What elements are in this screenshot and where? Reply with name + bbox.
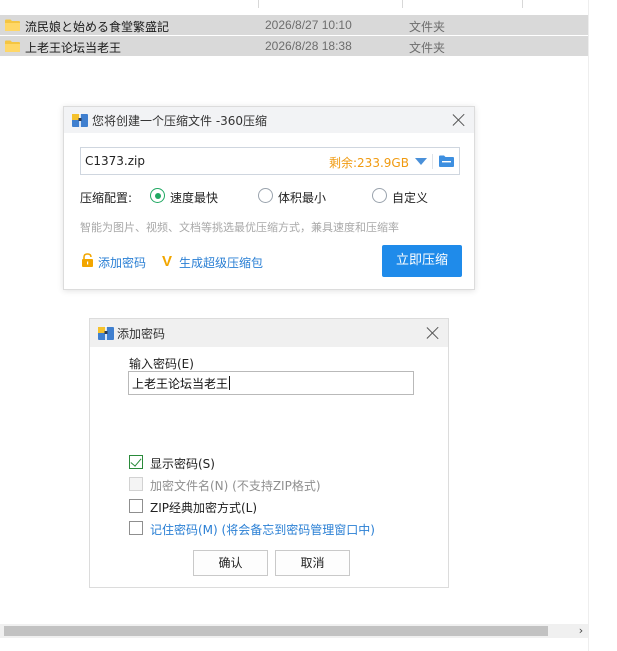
close-icon[interactable] — [426, 326, 440, 340]
archive-app-icon — [98, 326, 114, 340]
radio-smallest[interactable] — [258, 188, 273, 203]
compress-hint-text: 智能为图片、视频、文档等挑选最优压缩方式，兼具速度和压缩率 — [80, 221, 399, 234]
horizontal-scrollbar[interactable] — [0, 624, 588, 638]
dialog-titlebar[interactable]: 添加密码 — [90, 319, 448, 347]
file-name: 上老王论坛当老王 — [25, 41, 122, 55]
archive-app-icon — [72, 113, 88, 127]
password-input-value[interactable]: 上老王论坛当老王 — [132, 375, 231, 392]
add-password-link[interactable]: 添加密码 — [98, 254, 146, 271]
scroll-right-arrow-icon[interactable]: › — [575, 624, 587, 638]
compress-now-button[interactable]: 立即压缩 — [382, 245, 462, 277]
browse-folder-icon[interactable] — [439, 155, 454, 167]
dialog-title: 添加密码 — [117, 327, 166, 341]
vip-v-icon: V — [162, 253, 173, 270]
file-type: 文件夹 — [409, 41, 446, 55]
column-divider[interactable] — [522, 0, 523, 8]
column-divider[interactable] — [402, 0, 403, 8]
file-row[interactable]: 上老王论坛当老王 2026/8/28 18:38 文件夹 — [0, 36, 588, 56]
compress-config-label: 压缩配置: — [80, 191, 133, 205]
add-password-dialog: 添加密码 输入密码(E) 上老王论坛当老王 显示密码(S) 加密文件名(N) (… — [89, 318, 449, 588]
free-space-label: 剩余:233.9GB — [329, 156, 409, 170]
cancel-button[interactable]: 取消 — [275, 550, 350, 576]
divider — [432, 154, 433, 169]
dialog-titlebar[interactable]: 您将创建一个压缩文件 -360压缩 — [64, 107, 474, 133]
text-caret — [229, 376, 231, 390]
remember-password-label[interactable]: 记住密码(M) (将会备忘到密码管理窗口中) — [150, 521, 375, 538]
side-panel — [588, 0, 617, 651]
radio-custom-label[interactable]: 自定义 — [392, 189, 428, 206]
zip-classic-encryption-label[interactable]: ZIP经典加密方式(L) — [150, 499, 257, 516]
file-date: 2026/8/27 10:10 — [265, 18, 352, 32]
close-icon[interactable] — [452, 113, 466, 127]
show-password-label[interactable]: 显示密码(S) — [150, 455, 215, 472]
file-name: 流民娘と始める食堂繁盛記 — [25, 20, 170, 34]
compress-dialog: 您将创建一个压缩文件 -360压缩 C1373.zip 剩余:233.9GB 压… — [63, 106, 475, 290]
password-text: 上老王论坛当老王 — [132, 377, 229, 391]
file-row[interactable]: 流民娘と始める食堂繁盛記 2026/8/27 10:10 文件夹 — [0, 15, 588, 35]
password-input-label: 输入密码(E) — [129, 357, 194, 371]
folder-icon — [5, 19, 20, 31]
radio-custom[interactable] — [372, 188, 387, 203]
radio-smallest-label[interactable]: 体积最小 — [278, 189, 326, 206]
remember-password-checkbox[interactable] — [129, 521, 143, 535]
show-password-checkbox[interactable] — [129, 455, 143, 469]
lock-icon[interactable] — [81, 253, 94, 267]
encrypt-filenames-checkbox[interactable] — [129, 477, 143, 491]
folder-icon — [5, 40, 20, 52]
column-header — [0, 0, 588, 10]
dialog-title: 您将创建一个压缩文件 -360压缩 — [92, 114, 268, 128]
archive-filename[interactable]: C1373.zip — [85, 154, 145, 168]
zip-classic-encryption-checkbox[interactable] — [129, 499, 143, 513]
radio-fastest[interactable] — [150, 188, 165, 203]
chevron-down-icon[interactable] — [415, 158, 427, 165]
password-input[interactable]: 上老王论坛当老王 — [128, 371, 414, 395]
column-divider[interactable] — [258, 0, 259, 8]
radio-fastest-label[interactable]: 速度最快 — [170, 189, 218, 206]
archive-path-field[interactable]: C1373.zip 剩余:233.9GB — [80, 147, 460, 175]
scrollbar-thumb[interactable] — [4, 626, 548, 636]
file-date: 2026/8/28 18:38 — [265, 39, 352, 53]
encrypt-filenames-label: 加密文件名(N) (不支持ZIP格式) — [150, 479, 321, 493]
super-pack-link[interactable]: 生成超级压缩包 — [179, 254, 263, 271]
file-type: 文件夹 — [409, 20, 446, 34]
confirm-button[interactable]: 确认 — [193, 550, 268, 576]
